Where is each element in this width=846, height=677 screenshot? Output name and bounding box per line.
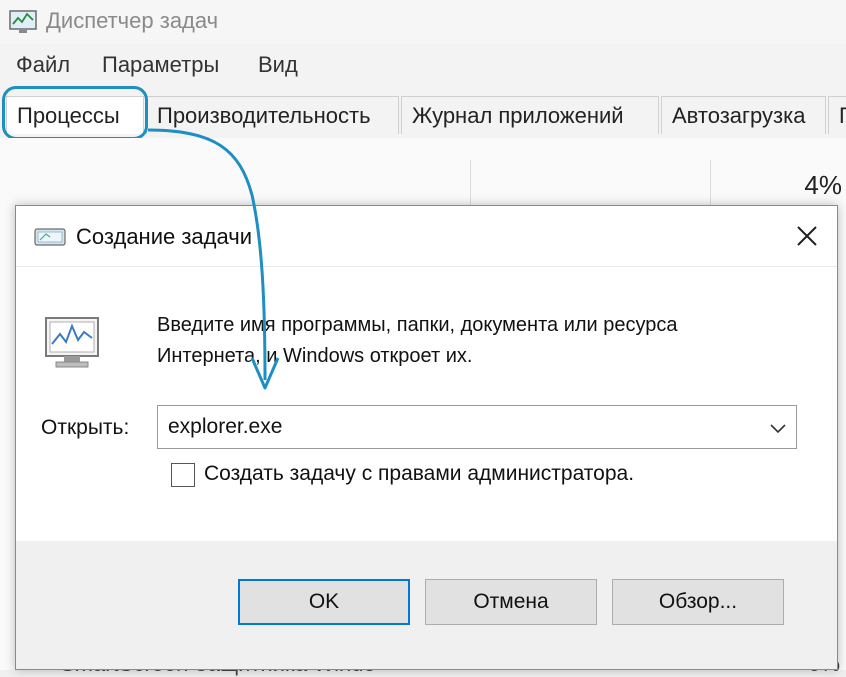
create-task-dialog: Создание задачи Введите имя программы, п… <box>15 205 838 670</box>
task-manager-icon <box>9 10 37 33</box>
dialog-close-button[interactable] <box>791 220 823 252</box>
admin-checkbox[interactable] <box>171 463 195 487</box>
menu-bar: Файл Параметры Вид <box>0 50 846 84</box>
run-dialog-icon <box>34 228 66 246</box>
open-input-value[interactable]: explorer.exe <box>168 415 282 439</box>
tab-processes[interactable]: Процессы <box>6 96 144 134</box>
menu-file[interactable]: Файл <box>16 52 70 78</box>
task-manager-titlebar: Диспетчер задач <box>0 0 846 44</box>
dialog-titlebar: Создание задачи <box>16 206 837 267</box>
window-title: Диспетчер задач <box>46 8 219 33</box>
monitor-chart-icon <box>45 317 99 368</box>
column-separator <box>710 160 711 206</box>
ok-button[interactable]: OK <box>238 579 410 625</box>
browse-button[interactable]: Обзор... <box>612 579 784 625</box>
description-line-2: Интернета, и Windows откроет их. <box>157 345 473 367</box>
cancel-button[interactable]: Отмена <box>425 579 597 625</box>
tab-performance[interactable]: Производительность <box>146 96 399 134</box>
cpu-column-header[interactable]: 4% <box>804 170 842 201</box>
chevron-down-icon[interactable] <box>768 418 788 438</box>
dialog-title: Создание задачи <box>76 224 252 249</box>
menu-view[interactable]: Вид <box>258 52 298 78</box>
dialog-description: Введите имя программы, папки, документа … <box>157 310 807 372</box>
tab-startup[interactable]: Автозагрузка <box>661 96 826 134</box>
tab-strip: Процессы Производительность Журнал прило… <box>0 96 846 138</box>
open-label: Открыть: <box>41 416 130 439</box>
open-combobox[interactable]: explorer.exe <box>157 405 797 449</box>
tab-users[interactable]: П <box>828 96 846 134</box>
close-icon <box>797 226 817 246</box>
admin-checkbox-label[interactable]: Создать задачу с правами администратора. <box>204 462 634 486</box>
description-line-1: Введите имя программы, папки, документа … <box>157 314 678 336</box>
dialog-footer: OK Отмена Обзор... <box>16 541 837 669</box>
tab-app-history[interactable]: Журнал приложений <box>401 96 659 134</box>
menu-options[interactable]: Параметры <box>102 52 219 78</box>
column-separator <box>470 160 471 206</box>
